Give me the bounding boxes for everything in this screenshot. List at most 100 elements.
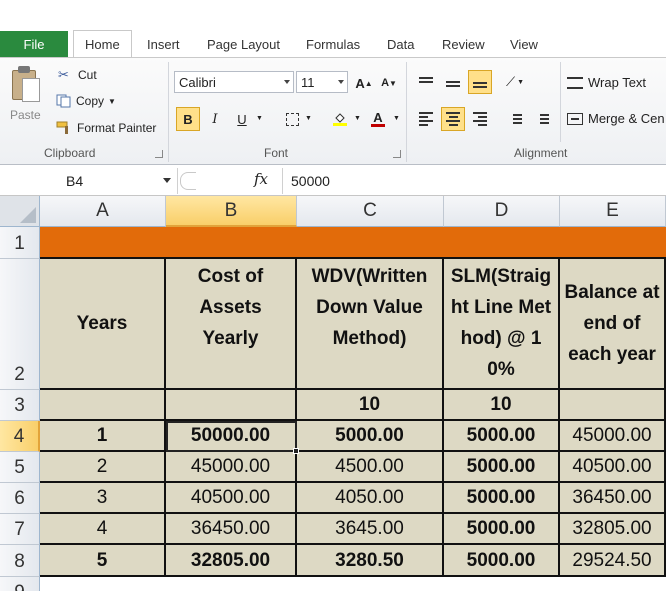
header-slm[interactable]: SLM(Straight Line Method) @ 10%: [444, 259, 560, 390]
cell-a3[interactable]: [40, 390, 166, 421]
table-cell[interactable]: 4500.00: [297, 452, 444, 483]
table-cell[interactable]: 5: [40, 545, 166, 577]
cell-e3[interactable]: [560, 390, 666, 421]
cell-b3[interactable]: [166, 390, 297, 421]
table-cell[interactable]: 36450.00: [166, 514, 297, 545]
shrink-font-button[interactable]: A ▼: [377, 71, 401, 95]
align-middle-button[interactable]: [441, 70, 465, 94]
table-cell[interactable]: 5000.00: [444, 452, 560, 483]
tab-data[interactable]: Data: [387, 31, 414, 57]
table-cell[interactable]: 40500.00: [166, 483, 297, 514]
table-cell[interactable]: 36450.00: [560, 483, 666, 514]
insert-function-icon[interactable]: fx: [254, 170, 268, 188]
tab-formulas[interactable]: Formulas: [306, 31, 360, 57]
tab-review[interactable]: Review: [442, 31, 485, 57]
align-bottom-button[interactable]: [468, 70, 492, 94]
header-balance[interactable]: Balance at end of each year: [560, 259, 666, 390]
underline-button[interactable]: U: [230, 107, 254, 131]
paste-button[interactable]: Paste: [0, 58, 52, 142]
table-cell[interactable]: 1: [40, 421, 166, 452]
column-header-e[interactable]: E: [560, 196, 666, 227]
increase-indent-button[interactable]: [530, 107, 554, 131]
row-header-4[interactable]: 4: [0, 421, 40, 452]
align-top-button[interactable]: [414, 70, 438, 94]
merge-center-button[interactable]: Merge & Cen: [567, 111, 665, 126]
orientation-button[interactable]: ⟋ ▼: [503, 70, 527, 94]
tab-view[interactable]: View: [510, 31, 538, 57]
borders-dropdown-icon[interactable]: ▼: [305, 115, 312, 122]
table-cell[interactable]: 5000.00: [444, 545, 560, 577]
underline-dropdown-icon[interactable]: ▼: [256, 115, 263, 122]
align-left-button[interactable]: [414, 107, 438, 131]
table-cell[interactable]: 3: [40, 483, 166, 514]
row-header-7[interactable]: 7: [0, 514, 40, 545]
copy-button[interactable]: Copy ▼: [56, 94, 116, 108]
table-cell[interactable]: 5000.00: [444, 483, 560, 514]
table-cell[interactable]: 32805.00: [166, 545, 297, 577]
table-cell[interactable]: 5000.00: [444, 514, 560, 545]
tab-insert[interactable]: Insert: [147, 31, 180, 57]
font-color-dropdown-icon[interactable]: ▼: [393, 115, 400, 122]
fill-handle[interactable]: [293, 448, 299, 454]
wrap-text-button[interactable]: Wrap Text: [567, 75, 646, 90]
cell-d3-rate[interactable]: 10: [444, 390, 560, 421]
format-painter-label: Format Painter: [77, 121, 157, 135]
cut-button[interactable]: ✂ Cut: [58, 67, 97, 83]
align-bottom-icon: [473, 76, 487, 88]
title-band-row[interactable]: [40, 227, 666, 259]
tab-home[interactable]: Home: [73, 30, 132, 57]
font-size-select[interactable]: 11: [296, 71, 348, 93]
copy-dropdown-icon[interactable]: ▼: [108, 97, 116, 106]
cell-c3-rate[interactable]: 10: [297, 390, 444, 421]
align-right-button[interactable]: [468, 107, 492, 131]
table-cell[interactable]: 32805.00: [560, 514, 666, 545]
formula-input[interactable]: 50000: [282, 168, 666, 194]
font-color-button[interactable]: A: [366, 107, 390, 131]
table-cell[interactable]: 5000.00: [297, 421, 444, 452]
table-cell[interactable]: 4050.00: [297, 483, 444, 514]
bold-button[interactable]: B: [176, 107, 200, 131]
table-cell[interactable]: 45000.00: [166, 452, 297, 483]
align-center-button[interactable]: [441, 107, 465, 131]
grow-font-button[interactable]: A ▲: [352, 71, 376, 95]
name-box-dropdown-icon[interactable]: [163, 178, 171, 183]
table-cell[interactable]: 3645.00: [297, 514, 444, 545]
fill-color-dropdown-icon[interactable]: ▼: [354, 115, 361, 122]
table-cell[interactable]: 5000.00: [444, 421, 560, 452]
font-launcher-icon[interactable]: [393, 150, 401, 158]
column-header-b[interactable]: B: [166, 196, 297, 227]
row-header-5[interactable]: 5: [0, 452, 40, 483]
clipboard-launcher-icon[interactable]: [155, 150, 163, 158]
row-header-6[interactable]: 6: [0, 483, 40, 514]
table-cell[interactable]: 45000.00: [560, 421, 666, 452]
column-header-c[interactable]: C: [297, 196, 444, 227]
decrease-indent-button[interactable]: [503, 107, 527, 131]
italic-button[interactable]: I: [203, 107, 227, 131]
row-header-9[interactable]: 9: [0, 577, 40, 591]
file-tab[interactable]: File: [0, 31, 68, 57]
fill-color-button[interactable]: [328, 107, 352, 131]
borders-button[interactable]: [280, 107, 304, 131]
chevron-down-icon: [284, 80, 290, 84]
header-years[interactable]: Years: [40, 259, 166, 390]
header-cost-of-assets[interactable]: Cost of Assets Yearly: [166, 259, 297, 390]
row-header-3[interactable]: 3: [0, 390, 40, 421]
column-header-d[interactable]: D: [444, 196, 560, 227]
formula-bar-resize-handle[interactable]: [180, 172, 196, 190]
column-header-a[interactable]: A: [40, 196, 166, 227]
table-cell[interactable]: 29524.50: [560, 545, 666, 577]
select-all-button[interactable]: [0, 196, 40, 227]
font-name-select[interactable]: Calibri: [174, 71, 294, 93]
format-painter-button[interactable]: Format Painter: [56, 121, 156, 135]
row-header-2[interactable]: 2: [0, 259, 40, 390]
table-cell[interactable]: 2: [40, 452, 166, 483]
table-cell[interactable]: 40500.00: [560, 452, 666, 483]
name-box[interactable]: B4: [0, 168, 178, 194]
table-cell[interactable]: 3280.50: [297, 545, 444, 577]
row-header-1[interactable]: 1: [0, 227, 40, 259]
row-header-8[interactable]: 8: [0, 545, 40, 577]
table-cell[interactable]: 4: [40, 514, 166, 545]
tab-page-layout[interactable]: Page Layout: [207, 31, 280, 57]
table-cell[interactable]: 50000.00: [166, 421, 297, 452]
header-wdv[interactable]: WDV(Written Down Value Method): [297, 259, 444, 390]
